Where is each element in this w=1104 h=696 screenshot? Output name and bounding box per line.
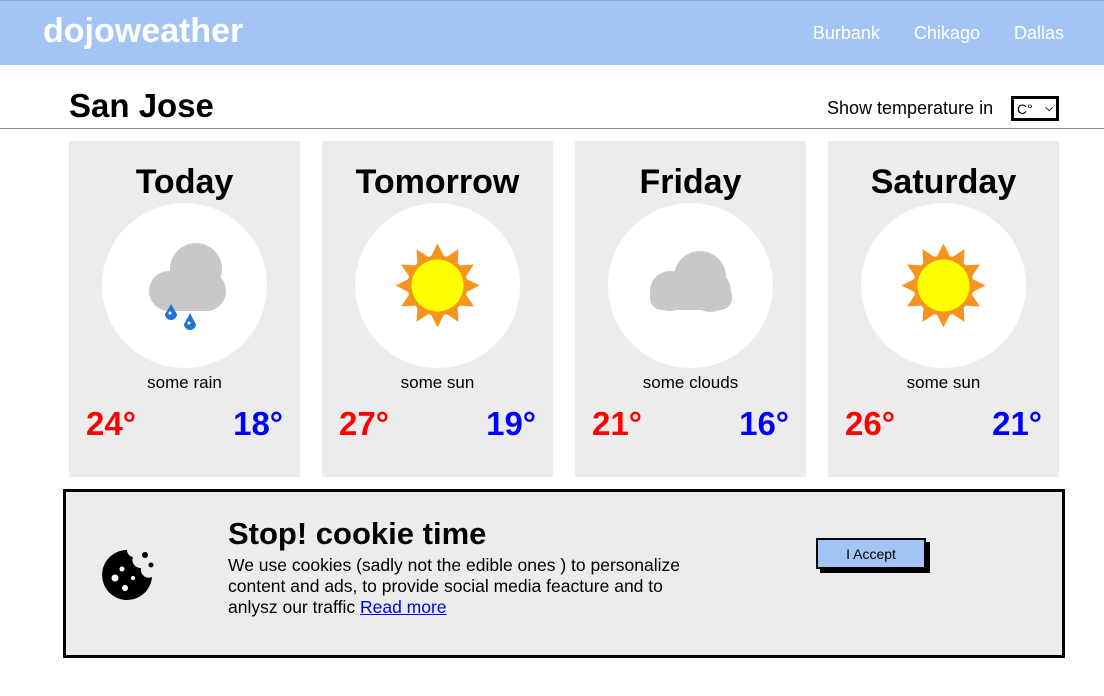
low-temp: 21° [992,405,1042,442]
header-bar: dojoweather Burbank Chikago Dallas [0,0,1104,65]
city-title: San Jose [69,87,214,124]
cloud-icon [650,251,732,312]
unit-label: Show temperature in [827,98,994,118]
forecast-card-today: Today some rain 24° 18° [69,141,300,477]
sun-icon [901,243,986,328]
cookie-banner: Stop! cookie time We use cookies (sadly … [63,489,1065,658]
rain-cloud-icon [149,243,226,330]
forecast-card-friday: Friday some clouds 21° 16° [575,141,806,477]
high-temp: 21° [592,405,642,442]
weather-icon-circle [861,203,1026,368]
card-day: Tomorrow [355,163,520,201]
forecast-card-saturday: Saturday some sun 26° 21° [828,141,1059,477]
card-day: Saturday [870,163,1017,201]
card-description: some sun [906,373,981,392]
unit-select-value: C° [1017,100,1033,117]
forecast-card-tomorrow: Tomorrow some sun 27° 19° [322,141,553,477]
cookie-icon [102,550,154,600]
cookie-message: We use cookies (sadly not the edible one… [228,555,681,617]
card-description: some rain [147,373,222,392]
low-temp: 18° [233,405,283,442]
card-day: Today [135,163,234,201]
city-nav: Burbank Chikago Dallas [813,23,1064,44]
app-logo[interactable]: dojoweather [43,12,243,51]
nav-link-chikago[interactable]: Chikago [914,23,980,44]
high-temp: 27° [339,405,389,442]
accept-button[interactable]: I Accept [816,538,926,569]
nav-link-dallas[interactable]: Dallas [1014,23,1064,44]
cookie-text: We use cookies (sadly not the edible one… [228,555,708,618]
weather-icon-circle [355,203,520,368]
low-temp: 19° [486,405,536,442]
read-more-link[interactable]: Read more [360,597,447,617]
card-description: some clouds [642,373,739,392]
divider [0,128,1104,129]
chevron-down-icon: ⌵ [1045,103,1053,114]
nav-link-burbank[interactable]: Burbank [813,23,880,44]
high-temp: 26° [845,405,895,442]
weather-icon-circle [608,203,773,368]
sun-icon [395,243,480,328]
card-day: Friday [639,163,742,201]
cookie-title: Stop! cookie time [228,516,487,551]
low-temp: 16° [739,405,789,442]
high-temp: 24° [86,405,136,442]
weather-icon-circle [102,203,267,368]
unit-select[interactable]: C° ⌵ [1011,96,1059,121]
card-description: some sun [400,373,475,392]
